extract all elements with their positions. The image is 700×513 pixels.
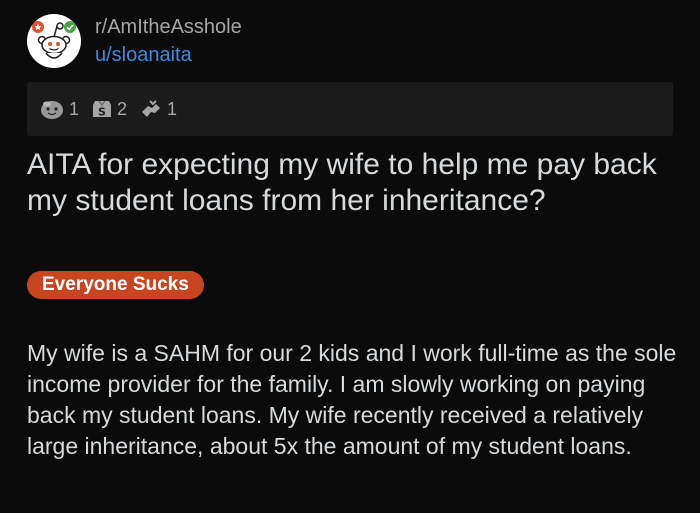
helpful-hand-award-icon [142, 100, 161, 117]
award-count: 1 [69, 98, 80, 119]
author-username[interactable]: u/sloanaita [95, 43, 242, 67]
svg-text:S: S [98, 106, 106, 119]
award-silver[interactable]: S 2 [91, 98, 127, 120]
award-count: 1 [167, 98, 178, 119]
post-header: r/AmItheAsshole u/sloanaita [27, 13, 242, 69]
verified-badge-icon [64, 21, 76, 33]
silver-award-icon: S [93, 100, 112, 119]
post-flair[interactable]: Everyone Sucks [27, 271, 204, 299]
mod-badge-icon [32, 21, 44, 33]
post-body: My wife is a SAHM for our 2 kids and I w… [27, 340, 677, 459]
post-title[interactable]: AITA for expecting my wife to help me pa… [27, 147, 677, 219]
award-helpful[interactable]: 1 [139, 98, 177, 120]
subreddit-avatar[interactable] [27, 14, 81, 68]
award-count: 2 [117, 98, 128, 119]
post-meta: r/AmItheAsshole u/sloanaita [95, 15, 242, 67]
awards-bar[interactable]: 1 S 2 1 [27, 82, 673, 136]
award-wholesome[interactable]: 1 [39, 98, 79, 120]
wholesome-award-icon [41, 101, 63, 119]
subreddit-name[interactable]: r/AmItheAsshole [95, 15, 242, 39]
